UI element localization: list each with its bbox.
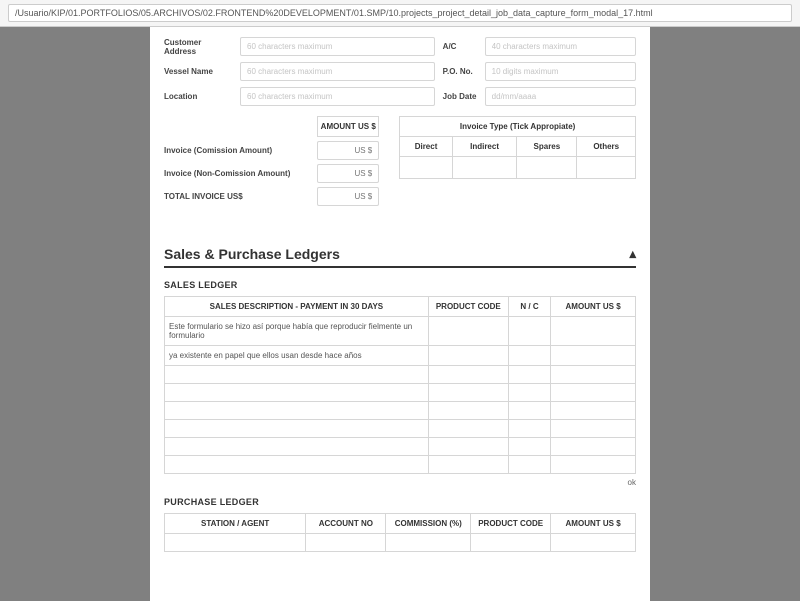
table-cell[interactable]: [428, 346, 508, 366]
url-bar[interactable]: /Usuario/KIP/01.PORTFOLIOS/05.ARCHIVOS/0…: [8, 4, 792, 22]
sales-ledger-title: SALES LEDGER: [164, 280, 636, 290]
viewport: Customer Address A/C Vessel Name P.O. No…: [0, 27, 800, 601]
invoice-type-cell[interactable]: [517, 157, 577, 179]
label-po-no: P.O. No.: [443, 67, 479, 76]
invoice-type-table: Invoice Type (Tick Appropiate) Direct In…: [399, 116, 636, 179]
table-cell[interactable]: [428, 438, 508, 456]
table-cell[interactable]: [165, 420, 429, 438]
invoice-type-cell[interactable]: [577, 157, 636, 179]
section-title: Sales & Purchase Ledgers: [164, 246, 340, 262]
invoice-type-title: Invoice Type (Tick Appropiate): [400, 117, 636, 137]
input-job-date[interactable]: [485, 87, 636, 106]
table-cell[interactable]: [551, 366, 636, 384]
input-invoice-commission[interactable]: [317, 141, 379, 160]
table-cell[interactable]: [428, 420, 508, 438]
table-cell[interactable]: [508, 420, 550, 438]
label-invoice-commission: Invoice (Comission Amount): [164, 146, 311, 155]
label-ac: A/C: [443, 42, 479, 51]
table-cell[interactable]: [428, 384, 508, 402]
sales-col-nc: N / C: [508, 297, 550, 317]
purchase-col-station: STATION / AGENT: [165, 514, 306, 534]
input-customer-address[interactable]: [240, 37, 435, 56]
table-cell[interactable]: [165, 438, 429, 456]
table-cell[interactable]: [306, 534, 386, 552]
label-invoice-noncommission: Invoice (Non-Comission Amount): [164, 169, 311, 178]
purchase-col-product-code: PRODUCT CODE: [471, 514, 551, 534]
table-cell[interactable]: [471, 534, 551, 552]
invoice-type-cell[interactable]: [400, 157, 453, 179]
table-cell[interactable]: [551, 346, 636, 366]
table-cell[interactable]: [508, 402, 550, 420]
label-job-date: Job Date: [443, 92, 479, 101]
label-location: Location: [164, 92, 234, 101]
table-cell[interactable]: [165, 402, 429, 420]
table-cell[interactable]: [551, 534, 636, 552]
table-cell[interactable]: [386, 534, 471, 552]
table-cell[interactable]: [508, 456, 550, 474]
table-cell[interactable]: [508, 346, 550, 366]
input-location[interactable]: [240, 87, 435, 106]
table-cell[interactable]: [508, 366, 550, 384]
purchase-ledger-table: STATION / AGENT ACCOUNT NO COMMISSION (%…: [164, 513, 636, 552]
table-cell[interactable]: [165, 456, 429, 474]
table-cell[interactable]: [165, 384, 429, 402]
invoice-type-col-indirect: Indirect: [452, 137, 516, 157]
chevron-up-icon: ▴: [629, 246, 636, 262]
input-vessel-name[interactable]: [240, 62, 435, 81]
table-cell[interactable]: [551, 420, 636, 438]
purchase-ledger-title: PURCHASE LEDGER: [164, 497, 636, 507]
amount-header: AMOUNT US $: [317, 116, 379, 137]
purchase-col-commission: COMMISSION (%): [386, 514, 471, 534]
sales-col-desc: SALES DESCRIPTION - PAYMENT IN 30 DAYS: [165, 297, 429, 317]
table-cell[interactable]: [165, 366, 429, 384]
input-invoice-noncommission[interactable]: [317, 164, 379, 183]
section-sales-purchase-ledgers[interactable]: Sales & Purchase Ledgers ▴: [164, 246, 636, 268]
table-cell[interactable]: [551, 456, 636, 474]
invoice-type-col-direct: Direct: [400, 137, 453, 157]
input-total-invoice[interactable]: [317, 187, 379, 206]
invoice-type-cell[interactable]: [452, 157, 516, 179]
table-cell[interactable]: [428, 317, 508, 346]
input-po-no[interactable]: [485, 62, 636, 81]
table-cell[interactable]: [508, 438, 550, 456]
input-ac[interactable]: [485, 37, 636, 56]
table-cell[interactable]: [165, 534, 306, 552]
table-cell[interactable]: [508, 317, 550, 346]
invoice-type-col-spares: Spares: [517, 137, 577, 157]
table-cell[interactable]: [428, 402, 508, 420]
table-cell[interactable]: [551, 438, 636, 456]
table-cell[interactable]: [551, 317, 636, 346]
purchase-col-account: ACCOUNT NO: [306, 514, 386, 534]
label-vessel-name: Vessel Name: [164, 67, 234, 76]
ok-indicator: ok: [164, 478, 636, 487]
table-cell[interactable]: Este formulario se hizo así porque había…: [165, 317, 429, 346]
sales-col-product-code: PRODUCT CODE: [428, 297, 508, 317]
table-cell[interactable]: [551, 402, 636, 420]
browser-chrome: /Usuario/KIP/01.PORTFOLIOS/05.ARCHIVOS/0…: [0, 0, 800, 27]
sales-ledger-table: SALES DESCRIPTION - PAYMENT IN 30 DAYS P…: [164, 296, 636, 474]
form-page: Customer Address A/C Vessel Name P.O. No…: [150, 27, 650, 601]
sales-col-amount: AMOUNT US $: [551, 297, 636, 317]
invoice-type-col-others: Others: [577, 137, 636, 157]
table-cell[interactable]: [551, 384, 636, 402]
table-cell[interactable]: ya existente en papel que ellos usan des…: [165, 346, 429, 366]
label-customer-address: Customer Address: [164, 38, 234, 56]
purchase-col-amount: AMOUNT US $: [551, 514, 636, 534]
label-total-invoice: TOTAL INVOICE US$: [164, 192, 311, 201]
table-cell[interactable]: [428, 366, 508, 384]
table-cell[interactable]: [508, 384, 550, 402]
table-cell[interactable]: [428, 456, 508, 474]
